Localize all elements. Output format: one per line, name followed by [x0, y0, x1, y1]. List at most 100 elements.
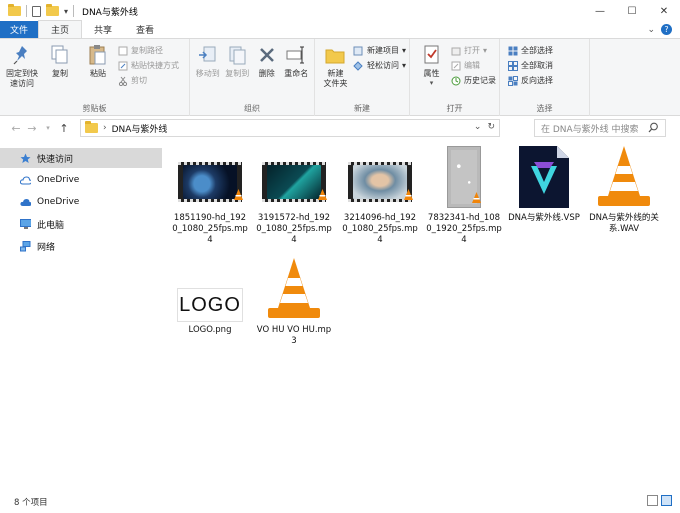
tab-file[interactable]: 文件	[0, 21, 38, 38]
video-thumbnail	[424, 140, 504, 210]
details-view-icon[interactable]	[647, 495, 658, 506]
file-item-video-1[interactable]: 1851190-hd_1920_1080_25fps.mp4	[170, 140, 250, 246]
file-list: 1851190-hd_1920_1080_25fps.mp4 3191572-h…	[168, 140, 673, 490]
tab-view[interactable]: 查看	[124, 21, 166, 38]
chevron-down-icon[interactable]: ⌄	[474, 122, 482, 132]
up-arrow-icon[interactable]: ↑	[56, 122, 72, 135]
recent-locations-icon[interactable]: ▾	[40, 124, 56, 132]
vlc-cone-icon	[403, 189, 414, 204]
file-name: DNA与紫外线.VSP	[508, 213, 580, 223]
history-button[interactable]: 历史记录	[450, 74, 496, 87]
tab-home[interactable]: 主页	[38, 20, 83, 38]
nav-item-network[interactable]: 网络	[0, 236, 162, 256]
quick-access-toolbar: ▾	[0, 4, 75, 17]
vlc-cone-icon	[233, 189, 244, 204]
rename-button[interactable]: 重命名	[282, 42, 312, 102]
select-none-button[interactable]: 全部取消	[507, 59, 553, 72]
refresh-icon[interactable]: ↻	[487, 122, 495, 132]
help-icon[interactable]: ?	[661, 24, 672, 35]
new-group: 新建 文件夹 新建项目 ▾ 轻松访问 ▾ 新建	[315, 39, 410, 116]
divider	[73, 5, 75, 17]
large-icons-view-icon[interactable]	[661, 495, 672, 506]
select-all-button[interactable]: 全部选择	[507, 44, 553, 57]
network-icon	[20, 240, 31, 252]
file-item-vsp[interactable]: DNA与紫外线.VSP	[504, 140, 584, 224]
title-bar: ▾ DNA与紫外线 — ☐ ✕	[0, 0, 680, 22]
cloud-icon	[20, 197, 31, 208]
video-thumbnail	[340, 140, 420, 210]
search-input[interactable]: 在 DNA与紫外线 中搜索	[534, 119, 666, 137]
nav-item-this-pc[interactable]: 此电脑	[0, 214, 162, 234]
file-name: VO HU VO HU.mp3	[256, 325, 332, 346]
edit-icon	[450, 60, 461, 71]
address-row: ← → ▾ ↑ › DNA与紫外线 ⌄ ↻ 在 DNA与紫外线 中搜索	[0, 116, 680, 140]
group-label-organize: 组织	[244, 104, 260, 113]
copy-path-button[interactable]: 复制路径	[117, 44, 179, 57]
file-item-wav[interactable]: DNA与紫外线的关系.WAV	[584, 140, 664, 235]
address-bar[interactable]: › DNA与紫外线 ⌄ ↻	[80, 119, 500, 137]
new-item-button[interactable]: 新建项目 ▾	[353, 44, 406, 57]
clipboard-group: 固定到快 速访问 复制 粘贴 复制路径 粘贴快捷方式 剪切 剪贴板	[0, 39, 190, 116]
history-icon	[450, 75, 461, 86]
new-folder-button[interactable]: 新建 文件夹	[318, 42, 353, 102]
file-item-mp3[interactable]: VO HU VO HU.mp3	[254, 252, 334, 347]
invert-selection-button[interactable]: 反向选择	[507, 74, 553, 87]
star-icon	[20, 153, 31, 164]
ribbon: 固定到快 速访问 复制 粘贴 复制路径 粘贴快捷方式 剪切 剪贴板 移动到 复制…	[0, 39, 680, 116]
select-group: 全部选择 全部取消 反向选择 选择	[500, 39, 590, 116]
file-item-video-4[interactable]: 7832341-hd_1080_1920_25fps.mp4	[424, 140, 504, 246]
address-path[interactable]: DNA与紫外线	[112, 122, 168, 135]
open-icon	[450, 45, 461, 56]
file-name: 7832341-hd_1080_1920_25fps.mp4	[426, 213, 502, 245]
delete-button[interactable]: 删除	[252, 42, 282, 102]
nav-item-quick-access[interactable]: 快速访问	[0, 148, 162, 168]
paste-shortcut-button[interactable]: 粘贴快捷方式	[117, 59, 179, 72]
chevron-down-icon[interactable]: ⌄	[647, 25, 655, 35]
nav-item-onedrive-personal[interactable]: OneDrive	[0, 192, 162, 212]
copy-icon	[49, 44, 71, 66]
properties-button[interactable]: 属性 ▾	[413, 42, 450, 102]
customize-toolbar-icon[interactable]: ▾	[64, 7, 68, 16]
edit-button[interactable]: 编辑	[450, 59, 496, 72]
move-to-button[interactable]: 移动到	[193, 42, 223, 102]
chevron-down-icon: ▾	[483, 46, 488, 55]
chevron-down-icon: ▾	[429, 79, 434, 87]
properties-icon[interactable]	[32, 5, 41, 17]
status-bar: 8 个项目	[0, 490, 680, 513]
back-arrow-icon[interactable]: ←	[8, 122, 24, 135]
close-button[interactable]: ✕	[648, 0, 680, 22]
maximize-button[interactable]: ☐	[616, 0, 648, 22]
file-name: LOGO.png	[188, 325, 232, 335]
search-icon[interactable]	[648, 122, 659, 136]
paste-icon	[87, 44, 109, 66]
file-item-logo[interactable]: LOGO LOGO.png	[170, 282, 250, 336]
easy-access-button[interactable]: 轻松访问 ▾	[353, 59, 406, 72]
properties-icon	[421, 44, 443, 66]
vlc-cone-icon	[254, 252, 334, 322]
paste-button[interactable]: 粘贴	[79, 42, 117, 102]
image-thumbnail: LOGO	[170, 282, 250, 322]
select-none-icon	[507, 60, 518, 71]
chevron-down-icon: ▾	[401, 46, 406, 55]
minimize-button[interactable]: —	[584, 0, 616, 22]
pin-to-quick-access-button[interactable]: 固定到快 速访问	[3, 42, 41, 102]
vsp-file-icon	[504, 140, 584, 210]
file-name: DNA与紫外线的关系.WAV	[589, 213, 659, 234]
new-folder-icon[interactable]	[46, 4, 59, 16]
forward-arrow-icon[interactable]: →	[24, 122, 40, 135]
open-button[interactable]: 打开 ▾	[450, 44, 496, 57]
file-item-video-3[interactable]: 3214096-hd_1920_1080_25fps.mp4	[340, 140, 420, 246]
chevron-right-icon[interactable]: ›	[103, 123, 107, 133]
copy-path-icon	[117, 45, 128, 56]
file-item-video-2[interactable]: 3191572-hd_1920_1080_25fps.mp4	[254, 140, 334, 246]
group-label-open: 打开	[446, 104, 463, 113]
file-name: 3191572-hd_1920_1080_25fps.mp4	[256, 213, 332, 245]
paste-shortcut-icon	[117, 60, 128, 71]
copy-to-button[interactable]: 复制到	[223, 42, 253, 102]
copy-button[interactable]: 复制	[41, 42, 79, 102]
cut-button[interactable]: 剪切	[117, 74, 179, 87]
vlc-cone-icon	[471, 192, 482, 207]
nav-item-onedrive[interactable]: OneDrive	[0, 170, 162, 190]
group-label-new: 新建	[354, 104, 370, 113]
tab-share[interactable]: 共享	[82, 21, 124, 38]
